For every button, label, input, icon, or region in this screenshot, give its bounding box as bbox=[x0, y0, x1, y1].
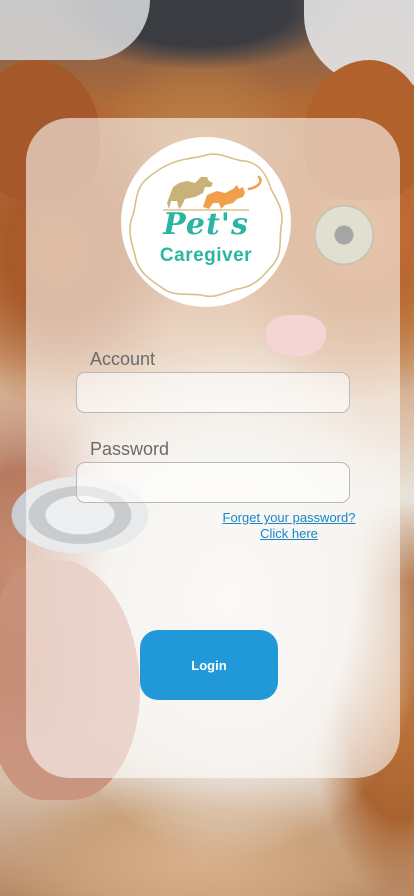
account-label: Account bbox=[90, 349, 156, 369]
password-input[interactable] bbox=[76, 462, 350, 503]
logo-title: Pet's bbox=[163, 207, 249, 242]
app-logo: Pet's Caregiver bbox=[121, 137, 291, 307]
login-button[interactable]: Login bbox=[140, 630, 278, 700]
password-label: Password bbox=[90, 439, 170, 459]
forgot-password-click-here: Click here bbox=[260, 526, 318, 541]
account-input[interactable] bbox=[76, 372, 350, 413]
forgot-password-link[interactable]: Forget your password? Click here bbox=[210, 510, 368, 542]
forgot-password-text: Forget your password? bbox=[222, 510, 356, 525]
logo-subtitle: Caregiver bbox=[159, 245, 253, 266]
